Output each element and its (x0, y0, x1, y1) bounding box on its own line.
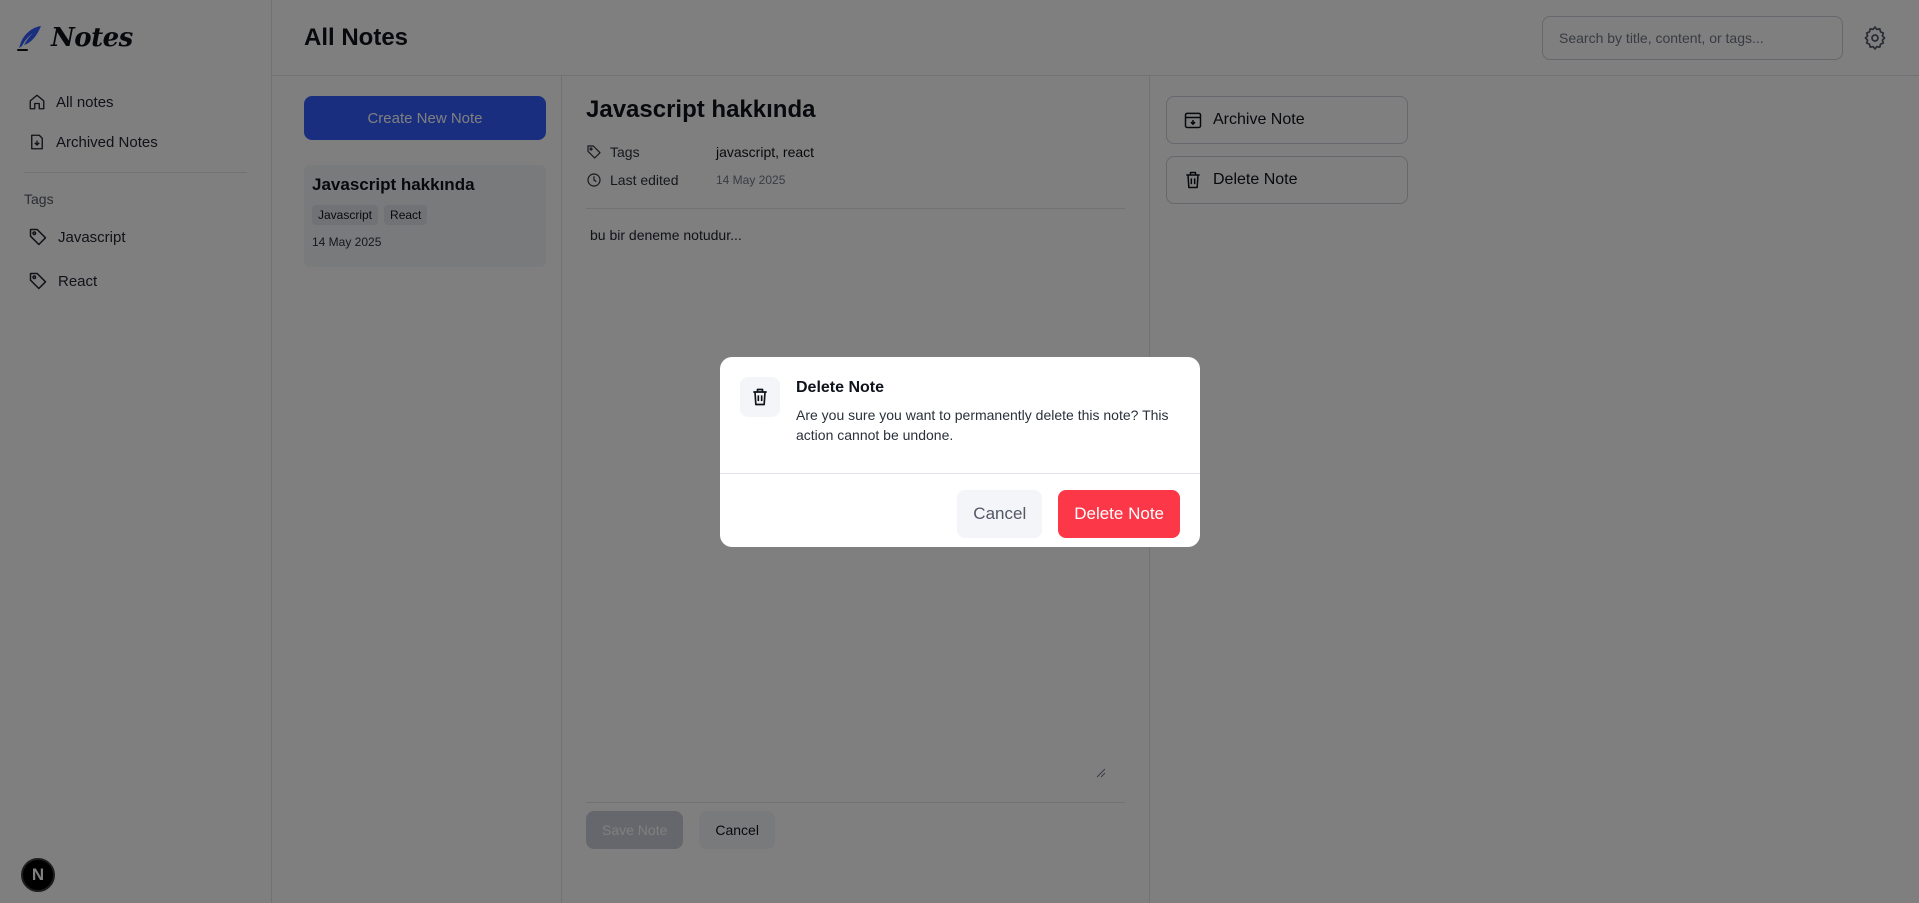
dialog-icon-box (740, 377, 780, 417)
dialog-cancel-button[interactable]: Cancel (957, 490, 1043, 538)
dialog-message: Are you sure you want to permanently del… (796, 407, 1169, 443)
dialog-delete-button[interactable]: Delete Note (1058, 490, 1180, 538)
dialog-text-block: Delete Note Are you sure you want to per… (796, 377, 1176, 467)
delete-confirm-dialog: Delete Note Are you sure you want to per… (720, 357, 1200, 547)
dialog-footer: Cancel Delete Note (720, 474, 1200, 547)
dialog-body: Delete Note Are you sure you want to per… (720, 357, 1200, 467)
trash-icon (750, 387, 770, 407)
dialog-title: Delete Note (796, 379, 885, 396)
